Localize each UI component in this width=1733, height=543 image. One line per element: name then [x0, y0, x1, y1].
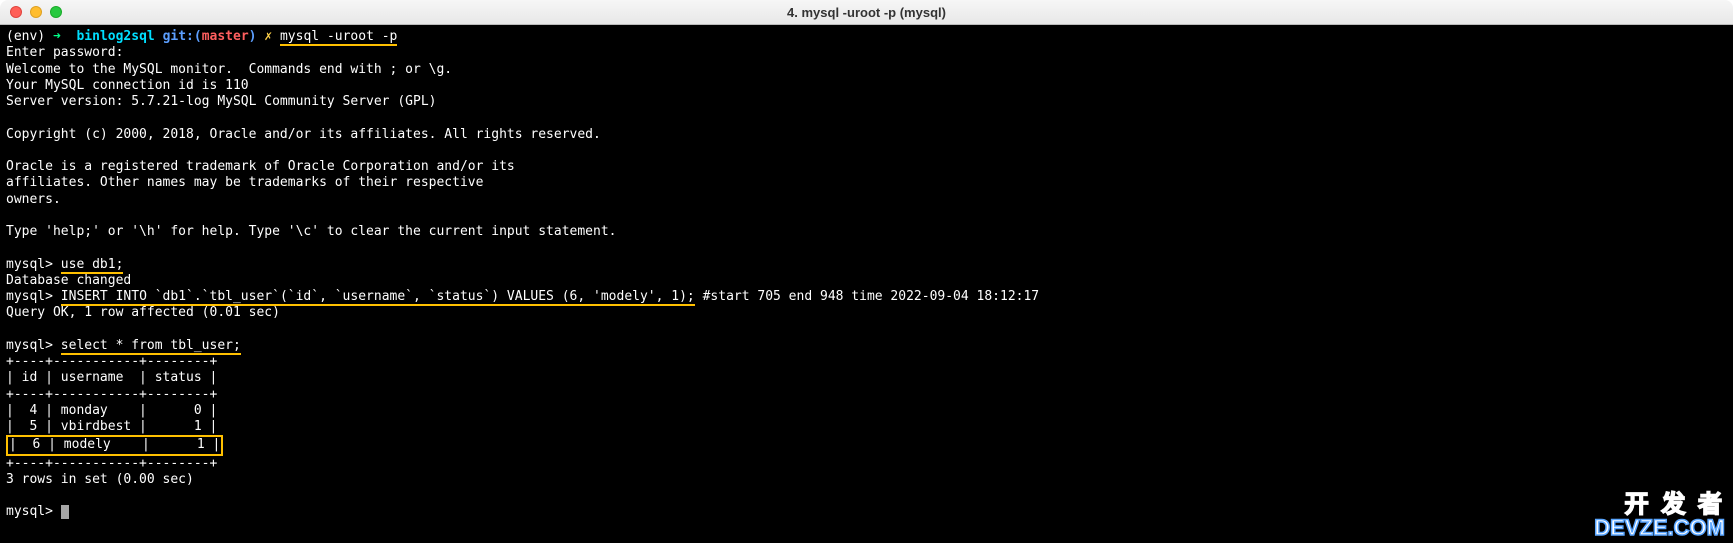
prompt-env: (env) [6, 29, 45, 44]
sql-insert: INSERT INTO `db1`.`tbl_user`(`id`, `user… [61, 289, 695, 306]
titlebar: 4. mysql -uroot -p (mysql) [0, 0, 1733, 25]
output-trademark-2: affiliates. Other names may be trademark… [6, 175, 483, 190]
prompt-git-label: git: [163, 29, 194, 44]
sql-use-db: use db1; [61, 257, 124, 274]
output-db-changed: Database changed [6, 273, 131, 288]
table-row: | 5 | vbirdbest | 1 | [6, 419, 217, 434]
mysql-prompt: mysql> [6, 338, 53, 353]
watermark-line1: 开 发 者 [1594, 493, 1725, 517]
cursor-icon [61, 505, 69, 519]
table-border: +----+-----------+--------+ [6, 456, 217, 471]
output-query-ok: Query OK, 1 row affected (0.01 sec) [6, 305, 280, 320]
output-help: Type 'help;' or '\h' for help. Type '\c'… [6, 224, 616, 239]
sql-select: select * from tbl_user; [61, 338, 241, 355]
watermark: 开 发 者 DEVZE.COM [1594, 493, 1725, 539]
table-row-highlighted: | 6 | modely | 1 | [6, 435, 223, 455]
prompt-path: binlog2sql [76, 29, 154, 44]
output-conn-id: Your MySQL connection id is 110 [6, 78, 249, 93]
minimize-window-button[interactable] [30, 6, 42, 18]
sql-insert-comment: #start 705 end 948 time 2022-09-04 18:12… [695, 289, 1039, 304]
table-border: +----+-----------+--------+ [6, 354, 217, 369]
output-trademark-3: owners. [6, 192, 61, 207]
output-server-version: Server version: 5.7.21-log MySQL Communi… [6, 94, 436, 109]
mysql-prompt: mysql> [6, 289, 53, 304]
terminal-content[interactable]: (env) ➜ binlog2sql git:(master) ✗ mysql … [0, 25, 1733, 543]
traffic-lights [10, 6, 62, 18]
prompt-line: (env) ➜ binlog2sql git:(master) ✗ mysql … [6, 29, 397, 46]
prompt-paren-open: ( [194, 29, 202, 44]
maximize-window-button[interactable] [50, 6, 62, 18]
table-header: | id | username | status | [6, 370, 217, 385]
table-row: | 4 | monday | 0 | [6, 403, 217, 418]
terminal-window: 4. mysql -uroot -p (mysql) (env) ➜ binlo… [0, 0, 1733, 543]
close-window-button[interactable] [10, 6, 22, 18]
prompt-branch: master [202, 29, 249, 44]
mysql-prompt: mysql> [6, 504, 53, 519]
watermark-line2: DEVZE.COM [1594, 517, 1725, 539]
output-enter-password: Enter password: [6, 45, 123, 60]
window-title: 4. mysql -uroot -p (mysql) [787, 5, 946, 20]
shell-command: mysql -uroot -p [280, 29, 397, 46]
output-welcome: Welcome to the MySQL monitor. Commands e… [6, 62, 452, 77]
table-summary: 3 rows in set (0.00 sec) [6, 472, 194, 487]
table-border: +----+-----------+--------+ [6, 387, 217, 402]
output-copyright: Copyright (c) 2000, 2018, Oracle and/or … [6, 127, 601, 142]
mysql-prompt: mysql> [6, 257, 53, 272]
prompt-dirty-icon: ✗ [264, 29, 272, 44]
prompt-arrow-icon: ➜ [53, 29, 61, 44]
prompt-paren-close: ) [249, 29, 257, 44]
output-trademark-1: Oracle is a registered trademark of Orac… [6, 159, 515, 174]
